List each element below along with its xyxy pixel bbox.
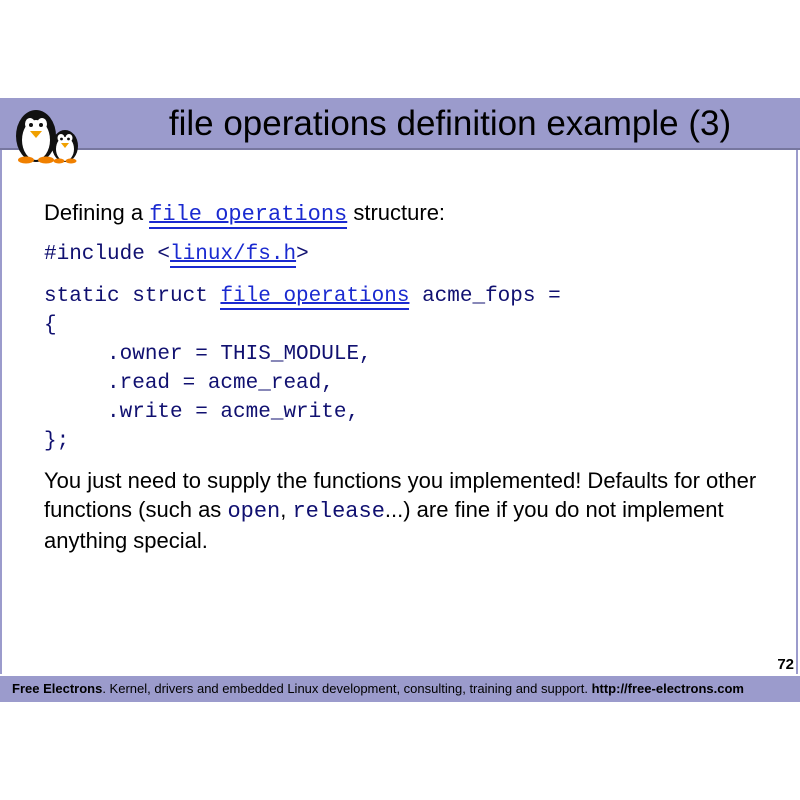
footer-brand: Free Electrons [12,681,103,696]
include-line: #include <linux/fs.h> [44,240,784,269]
open-code: open [227,499,281,524]
struct-before: static struct [44,285,221,308]
page-number: 72 [777,656,794,673]
include-before: #include < [44,243,171,266]
footer-text: . Kernel, drivers and embedded Linux dev… [102,681,592,696]
title-bar: file operations definition example (3) [0,98,800,164]
code-line: .write = acme_write, [44,401,360,424]
intro-paragraph: Defining a file_operations structure: [44,198,784,229]
slide-title: file operations definition example (3) [168,104,732,143]
file-operations-link[interactable]: file_operations [149,202,348,229]
linux-fs-h-link[interactable]: linux/fs.h [170,243,297,268]
footer-url[interactable]: http://free-electrons.com [592,681,744,696]
slide-content: Defining a file_operations structure: #i… [44,198,784,555]
intro-text-before: Defining a [44,200,150,225]
intro-text-after: structure: [347,200,446,225]
outro-paragraph: You just need to supply the functions yo… [44,466,784,555]
code-line: .owner = THIS_MODULE, [44,343,372,366]
code-line: .read = acme_read, [44,372,334,395]
code-line: }; [44,430,70,453]
struct-file-operations-link[interactable]: file_operations [220,285,410,310]
code-line: { [44,314,57,337]
footer: Free Electrons. Kernel, drivers and embe… [0,676,800,702]
outro-sep: , [280,497,293,522]
struct-after: acme_fops = [409,285,561,308]
struct-line: static struct file_operations acme_fops … [44,282,784,311]
release-code: release [292,499,385,524]
include-after: > [296,243,309,266]
